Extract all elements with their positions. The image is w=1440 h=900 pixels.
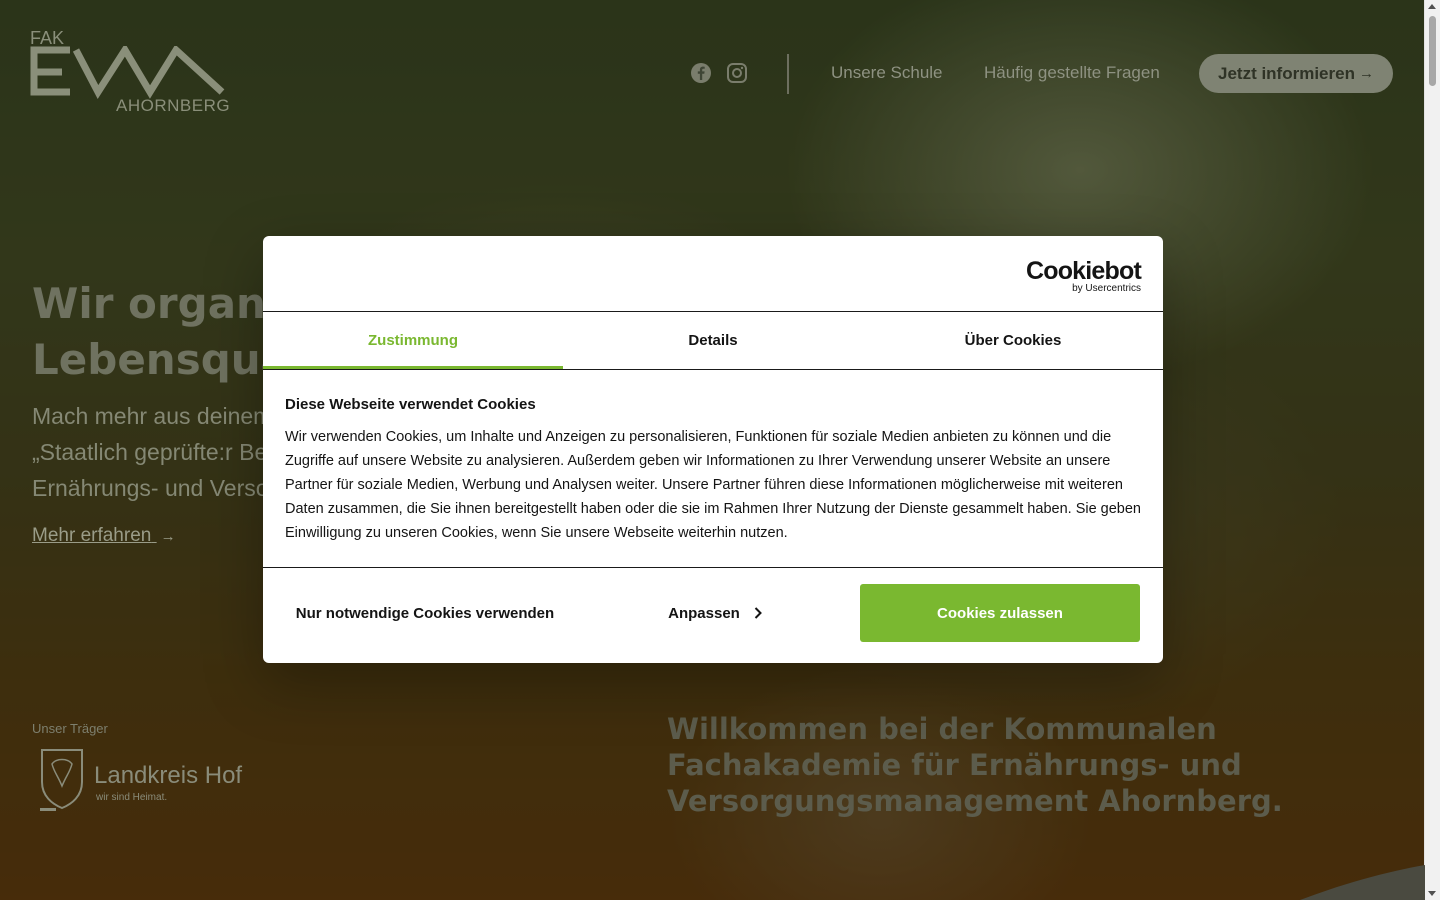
allow-cookies-button[interactable]: Cookies zulassen	[860, 584, 1140, 642]
arrow-right-icon: →	[1358, 65, 1374, 82]
necessary-cookies-button[interactable]: Nur notwendige Cookies verwenden	[285, 584, 565, 642]
instagram-icon	[727, 63, 747, 83]
cookie-dialog-heading: Diese Webseite verwendet Cookies	[285, 396, 536, 413]
mehr-erfahren-link[interactable]: Mehr erfahren →	[32, 525, 176, 547]
welcome-heading: Willkommen bei der Kommunalen Fachakadem…	[667, 712, 1283, 818]
cookie-dialog-body: Diese Webseite verwendet Cookies Wir ver…	[263, 370, 1163, 568]
customize-button[interactable]: Anpassen	[575, 584, 855, 642]
page-scrollbar[interactable]	[1424, 0, 1440, 900]
tab-ueber-cookies[interactable]: Über Cookies	[863, 312, 1163, 369]
facebook-icon	[691, 63, 711, 83]
coat-of-arms-icon	[40, 749, 83, 811]
customize-label: Anpassen	[668, 604, 740, 622]
cookiebot-brand: Cookiebot	[1025, 257, 1142, 285]
traeger-label: Unser Träger	[32, 721, 108, 736]
tab-zustimmung[interactable]: Zustimmung	[263, 312, 563, 369]
hero-sub-line1: Mach mehr aus deinem	[32, 403, 273, 429]
nav-link-faq[interactable]: Häufig gestellte Fragen	[984, 63, 1160, 83]
hero-sub-line3: Ernährungs- und Versor	[32, 475, 277, 501]
logo-town-text: AHORNBERG	[116, 96, 231, 115]
scroll-up-arrow-icon[interactable]	[1428, 4, 1436, 9]
landkreis-name: Landkreis Hof	[94, 762, 243, 789]
landkreis-tagline: wir sind Heimat.	[96, 792, 168, 803]
cookiebot-logo[interactable]: Cookiebot by Usercentrics	[1025, 257, 1142, 294]
cookie-dialog-tabs: Zustimmung Details Über Cookies	[263, 312, 1163, 370]
instagram-link[interactable]	[726, 62, 748, 88]
nav-link-unsere-schule[interactable]: Unsere Schule	[831, 63, 943, 83]
chevron-right-icon	[754, 607, 762, 619]
cookie-dialog-header: Cookiebot by Usercentrics	[263, 236, 1163, 312]
facebook-link[interactable]	[690, 62, 712, 88]
landkreis-hof-logo[interactable]: Landkreis Hof wir sind Heimat.	[38, 746, 248, 816]
hero-title-line2: Lebensqua	[32, 335, 290, 384]
jetzt-informieren-button[interactable]: Jetzt informieren →	[1199, 54, 1393, 93]
header-divider	[787, 54, 789, 94]
cookie-dialog-text: Wir verwenden Cookies, um Inhalte und An…	[285, 429, 1141, 541]
scroll-down-arrow-icon[interactable]	[1428, 891, 1436, 896]
cookiebot-brand-sub: by Usercentrics	[1072, 283, 1141, 294]
decorative-corner-shape	[1300, 865, 1425, 900]
arrow-right-icon: →	[160, 528, 176, 545]
tab-details[interactable]: Details	[563, 312, 863, 369]
scrollbar-thumb[interactable]	[1429, 16, 1436, 86]
cookie-dialog-actions: Nur notwendige Cookies verwenden Anpasse…	[263, 568, 1163, 663]
cta-label: Jetzt informieren	[1218, 63, 1355, 83]
cookie-consent-dialog: Cookiebot by Usercentrics Zustimmung Det…	[263, 236, 1163, 663]
site-logo[interactable]: FAK AHORNBERG	[30, 28, 230, 118]
mehr-erfahren-label: Mehr erfahren	[32, 525, 152, 546]
hero-sub-line2: „Staatlich geprüfte:r Be	[32, 439, 268, 465]
